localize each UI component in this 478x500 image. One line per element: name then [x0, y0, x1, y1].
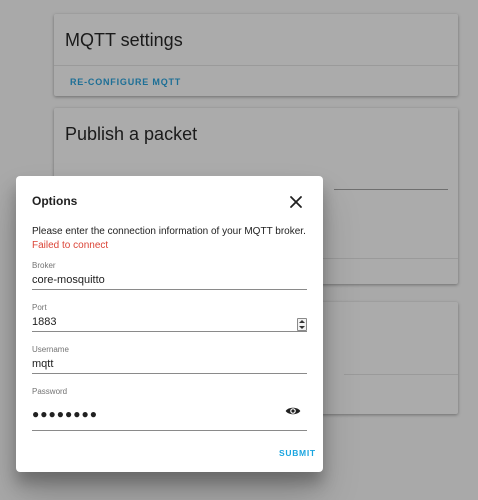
password-underline — [32, 430, 307, 431]
port-input[interactable] — [32, 316, 272, 328]
dialog-description: Please enter the connection information … — [32, 226, 306, 237]
broker-input[interactable] — [32, 274, 272, 286]
username-field: Username — [32, 345, 307, 375]
username-input[interactable] — [32, 358, 272, 370]
dialog-title: Options — [32, 194, 78, 208]
eye-icon[interactable] — [285, 405, 301, 417]
username-underline — [32, 373, 307, 374]
options-dialog: Options Please enter the connection info… — [16, 176, 323, 472]
close-icon[interactable] — [288, 194, 304, 210]
port-stepper[interactable] — [297, 318, 307, 331]
chevron-up-icon[interactable] — [299, 320, 305, 323]
submit-button[interactable]: SUBMIT — [279, 448, 316, 458]
password-field: Password ●●●●●●●● — [32, 387, 307, 432]
broker-field: Broker — [32, 261, 307, 291]
broker-underline — [32, 289, 307, 290]
port-field: Port — [32, 303, 307, 333]
username-label: Username — [32, 345, 69, 354]
password-input[interactable]: ●●●●●●●● — [32, 407, 272, 421]
password-label: Password — [32, 387, 68, 396]
connection-error: Failed to connect — [32, 240, 109, 251]
broker-label: Broker — [32, 261, 56, 270]
port-label: Port — [32, 303, 47, 312]
chevron-down-icon[interactable] — [299, 326, 305, 329]
port-underline — [32, 331, 307, 332]
